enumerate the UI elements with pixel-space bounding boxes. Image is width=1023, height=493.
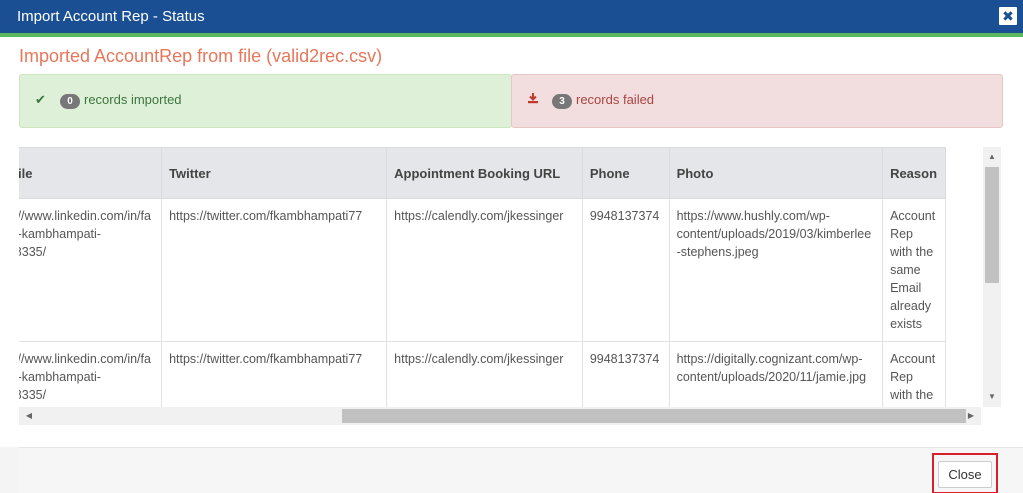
table-row: https://www.linkedin.com/in/fathima-kamb… bbox=[19, 198, 946, 342]
cell-booking-url: https://calendly.com/jkessinger bbox=[386, 198, 583, 342]
column-header-photo[interactable]: Photo bbox=[668, 147, 884, 199]
failed-alert: 3 records failed bbox=[511, 74, 1003, 128]
failed-label: records failed bbox=[576, 92, 655, 107]
column-header-reason[interactable]: Reason bbox=[882, 147, 946, 199]
profile-text: https://www.linkedin.com/in/fathima-kamb… bbox=[19, 352, 151, 402]
column-header-booking-url[interactable]: Appointment Booking URL bbox=[386, 147, 583, 199]
close-button[interactable]: Close bbox=[938, 461, 992, 488]
vertical-scrollbar[interactable]: ▲ ▼ bbox=[983, 147, 1001, 407]
cell-twitter: https://twitter.com/fkambhampati77 bbox=[161, 341, 388, 407]
scroll-right-icon[interactable]: ▶ bbox=[963, 407, 979, 425]
profile-text: https://www.linkedin.com/in/fathima-kamb… bbox=[19, 209, 151, 259]
window-close-icon[interactable]: ✖ bbox=[999, 7, 1017, 25]
scroll-down-icon[interactable]: ▼ bbox=[983, 389, 1001, 405]
dialog-footer: Close bbox=[19, 447, 1023, 493]
cell-profile: https://www.linkedin.com/in/fathima-kamb… bbox=[19, 341, 163, 407]
cell-phone: 9948137374 bbox=[581, 341, 670, 407]
scroll-left-icon[interactable]: ◀ bbox=[21, 407, 37, 425]
horizontal-scroll-thumb[interactable] bbox=[342, 409, 966, 423]
imported-count-badge: 0 bbox=[60, 94, 80, 109]
cell-reason: Account Rep with the same Email already … bbox=[882, 341, 946, 407]
title-bar: Import Account Rep - Status ✖ bbox=[0, 0, 1023, 33]
failed-count-badge: 3 bbox=[552, 94, 572, 109]
cell-booking-url: https://calendly.com/jkessinger bbox=[386, 341, 583, 407]
download-icon bbox=[527, 92, 539, 107]
scroll-up-icon[interactable]: ▲ bbox=[983, 149, 1001, 165]
window-title: Import Account Rep - Status bbox=[17, 8, 205, 25]
imported-label: records imported bbox=[84, 92, 182, 107]
cell-phone: 9948137374 bbox=[581, 198, 670, 342]
import-heading: Imported AccountRep from file (valid2rec… bbox=[19, 46, 383, 66]
horizontal-scrollbar[interactable]: ◀ ▶ bbox=[19, 407, 981, 425]
table-row: https://www.linkedin.com/in/fathima-kamb… bbox=[19, 341, 946, 407]
cell-twitter: https://twitter.com/fkambhampati77 bbox=[161, 198, 388, 342]
close-button-highlight: Close bbox=[932, 453, 998, 493]
dialog-body: Imported AccountRep from file (valid2rec… bbox=[0, 37, 1023, 447]
failed-records-table-viewport[interactable]: Profile Twitter Appointment Booking URL … bbox=[19, 147, 981, 407]
cell-photo: https://www.hushly.com/wp-content/upload… bbox=[668, 198, 884, 342]
cell-photo: https://digitally.cognizant.com/wp-conte… bbox=[668, 341, 884, 407]
imported-alert: ✔ 0 records imported bbox=[19, 74, 512, 128]
cell-profile: https://www.linkedin.com/in/fathima-kamb… bbox=[19, 198, 163, 342]
column-header-profile[interactable]: Profile bbox=[19, 147, 163, 199]
vertical-scroll-thumb[interactable] bbox=[985, 167, 999, 283]
column-header-phone[interactable]: Phone bbox=[581, 147, 670, 199]
failed-records-table: Profile Twitter Appointment Booking URL … bbox=[19, 147, 946, 407]
check-icon: ✔ bbox=[35, 92, 46, 107]
column-header-twitter[interactable]: Twitter bbox=[161, 147, 388, 199]
cell-reason: Account Rep with the same Email already … bbox=[882, 198, 946, 342]
